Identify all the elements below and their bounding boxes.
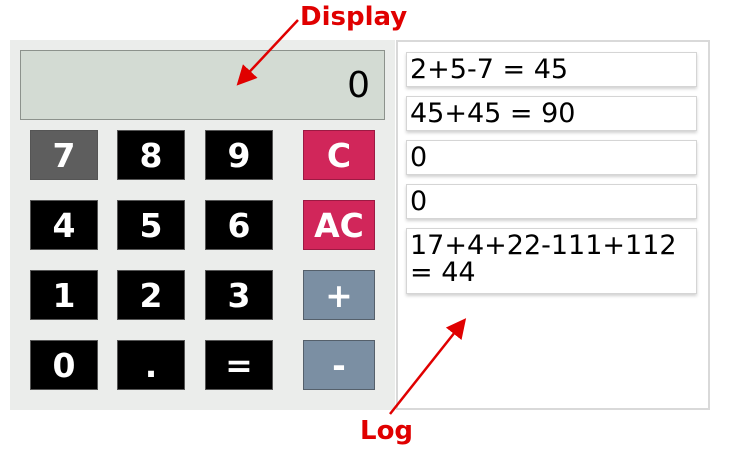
equals-button[interactable]: = [205, 340, 273, 390]
key-7[interactable]: 7 [30, 130, 98, 180]
log-entry: 45+45 = 90 [406, 96, 697, 131]
key-5[interactable]: 5 [117, 200, 185, 250]
key-4[interactable]: 4 [30, 200, 98, 250]
display-value: 0 [347, 64, 370, 106]
decimal-point-button[interactable]: . [117, 340, 185, 390]
key-0[interactable]: 0 [30, 340, 98, 390]
log-annotation-label: Log [360, 416, 414, 446]
display-annotation-label: Display [300, 2, 408, 32]
all-clear-button[interactable]: AC [303, 200, 375, 250]
key-3[interactable]: 3 [205, 270, 273, 320]
clear-button[interactable]: C [303, 130, 375, 180]
key-1[interactable]: 1 [30, 270, 98, 320]
key-8[interactable]: 8 [117, 130, 185, 180]
calculator-display: 0 [20, 50, 385, 120]
minus-button[interactable]: - [303, 340, 375, 390]
log-entry: 0 [406, 184, 697, 219]
key-9[interactable]: 9 [205, 130, 273, 180]
key-6[interactable]: 6 [205, 200, 273, 250]
log-entry: 17+4+22-111+112 = 44 [406, 228, 697, 294]
key-2[interactable]: 2 [117, 270, 185, 320]
log-entry: 0 [406, 140, 697, 175]
log-entry: 2+5-7 = 45 [406, 52, 697, 87]
plus-button[interactable]: + [303, 270, 375, 320]
